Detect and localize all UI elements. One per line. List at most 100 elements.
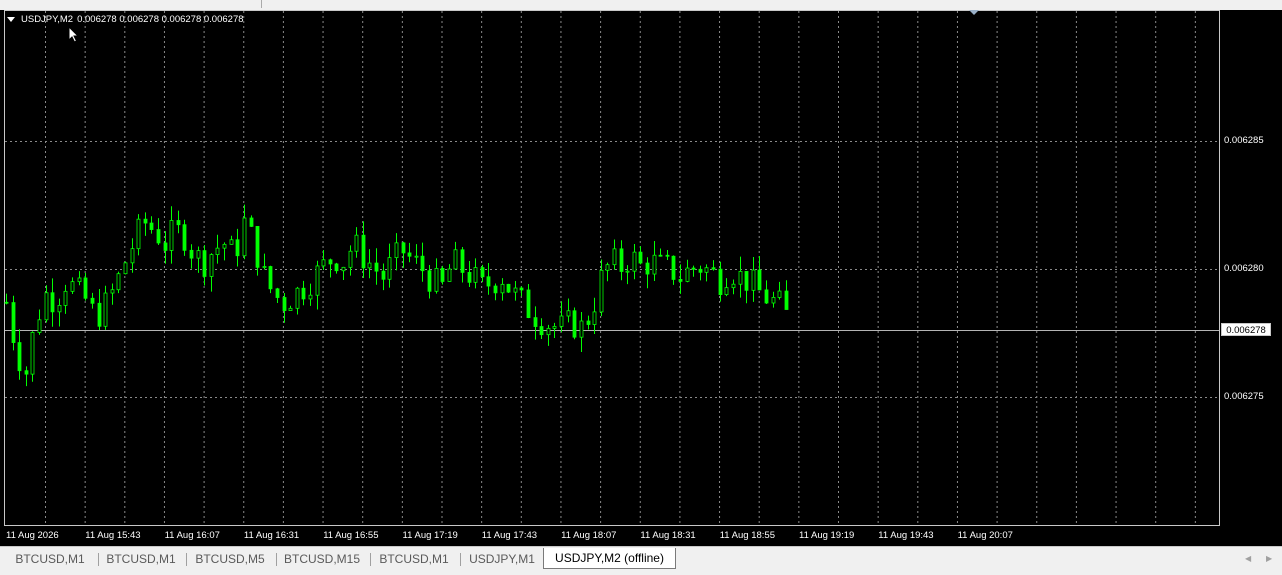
- candle-body: [341, 266, 346, 272]
- candle-body: [123, 262, 128, 275]
- candle-body: [757, 269, 762, 291]
- candle-body: [718, 268, 723, 295]
- candle-body: [367, 262, 372, 269]
- candle-body: [196, 250, 201, 259]
- candle-body: [486, 276, 491, 287]
- candle-body: [526, 289, 531, 319]
- candle-body: [30, 332, 35, 375]
- candle-body: [63, 290, 68, 306]
- candle-body: [671, 255, 676, 280]
- candle-body: [97, 302, 102, 327]
- candle-body: [328, 259, 333, 265]
- time-label: 11 Aug 17:43: [481, 530, 538, 541]
- candle-body: [453, 249, 458, 270]
- candle-body: [143, 218, 148, 224]
- candle-body: [638, 251, 643, 264]
- candle-body: [407, 252, 412, 257]
- header-ohlc: 0.006278 0.006278 0.006278 0.006278: [77, 13, 244, 25]
- candle-body: [222, 243, 227, 249]
- time-label: 11 Aug 16:31: [243, 530, 300, 541]
- candle-body: [513, 287, 518, 293]
- candle-body: [698, 268, 703, 273]
- candle-body: [110, 289, 115, 294]
- candle-body: [704, 267, 709, 273]
- time-label: 11 Aug 20:07: [957, 530, 1013, 541]
- dropdown-triangle-icon[interactable]: [7, 16, 15, 22]
- candle-body: [592, 311, 597, 325]
- candle-body: [658, 254, 663, 257]
- candle-body: [255, 226, 260, 268]
- candle-body: [678, 279, 683, 282]
- candle-body: [334, 263, 339, 272]
- candle-body: [50, 292, 55, 313]
- time-label: 11 Aug 19:19: [799, 530, 855, 541]
- candle-body: [103, 292, 108, 327]
- candle-body: [632, 251, 637, 272]
- tab-usdjpy-m1[interactable]: USDJPY,M1: [462, 550, 542, 568]
- candle-body: [90, 297, 95, 304]
- candle-body: [447, 268, 452, 282]
- candles: [4, 204, 789, 387]
- tab-btcusd-m1-2[interactable]: BTCUSD,M1: [100, 550, 182, 568]
- candle-body: [130, 248, 135, 264]
- tab-separator: [98, 553, 99, 566]
- candle-body: [599, 269, 604, 313]
- candle-body: [116, 273, 121, 291]
- candle-body: [764, 289, 769, 304]
- candle-body: [262, 266, 267, 268]
- candle-body: [771, 297, 776, 304]
- chart-tab-bar: BTCUSD,M1 BTCUSD,M1 BTCUSD,M5 BTCUSD,M15…: [0, 546, 1282, 575]
- chevron-right-icon[interactable]: ▶: [1266, 554, 1272, 563]
- candle-body: [401, 242, 406, 254]
- candle-body: [11, 302, 16, 343]
- tab-usdjpy-m2-offline[interactable]: USDJPY,M2 (offline): [543, 548, 676, 569]
- candle-body: [685, 267, 690, 282]
- candle-body: [282, 297, 287, 311]
- candle-body: [777, 290, 782, 298]
- tab-btcusd-m1[interactable]: BTCUSD,M1: [6, 550, 94, 568]
- candle-body: [387, 257, 392, 280]
- chart-plot[interactable]: [0, 0, 1282, 546]
- chart-shift-marker-icon[interactable]: [969, 10, 979, 15]
- candle-body: [539, 326, 544, 336]
- candle-body: [645, 262, 650, 275]
- candle-body: [169, 220, 174, 251]
- candle-body: [249, 217, 254, 227]
- candle-body: [315, 265, 320, 296]
- candle-body: [652, 254, 657, 275]
- candle-body: [493, 285, 498, 294]
- candle-body: [202, 250, 207, 277]
- candle-body: [149, 222, 154, 230]
- tab-btcusd-m1-3[interactable]: BTCUSD,M1: [372, 550, 456, 568]
- candle-body: [348, 250, 353, 268]
- candle-body: [500, 283, 505, 294]
- candle-body: [321, 259, 326, 267]
- candle-body: [288, 307, 293, 311]
- tab-btcusd-m5[interactable]: BTCUSD,M5: [188, 550, 272, 568]
- candle-body: [381, 270, 386, 280]
- candle-body: [308, 294, 313, 300]
- candle-body: [731, 283, 736, 289]
- candle-body: [506, 283, 511, 293]
- time-label: 11 Aug 2026: [6, 530, 59, 541]
- time-label: 11 Aug 18:55: [719, 530, 775, 541]
- candle-body: [156, 229, 161, 244]
- time-label: 11 Aug 17:19: [402, 530, 458, 541]
- symbol-header[interactable]: USDJPY,M2 0.006278 0.006278 0.006278 0.0…: [7, 12, 244, 26]
- candle-body: [460, 249, 465, 273]
- mouse-pointer-icon: [68, 26, 80, 43]
- candle-body: [572, 310, 577, 338]
- candle-body: [275, 288, 280, 298]
- price-label: 0.006280: [1224, 263, 1264, 274]
- candle-body: [215, 247, 220, 255]
- tab-btcusd-m15[interactable]: BTCUSD,M15: [278, 550, 366, 568]
- candle-body: [229, 239, 234, 245]
- candle-body: [612, 248, 617, 266]
- candle-body: [268, 266, 273, 290]
- tab-separator: [186, 553, 187, 566]
- chevron-left-icon[interactable]: ◀: [1245, 554, 1251, 563]
- tab-separator: [276, 553, 277, 566]
- time-label: 11 Aug 16:07: [164, 530, 220, 541]
- candle-body: [17, 342, 22, 372]
- candle-body: [711, 267, 716, 270]
